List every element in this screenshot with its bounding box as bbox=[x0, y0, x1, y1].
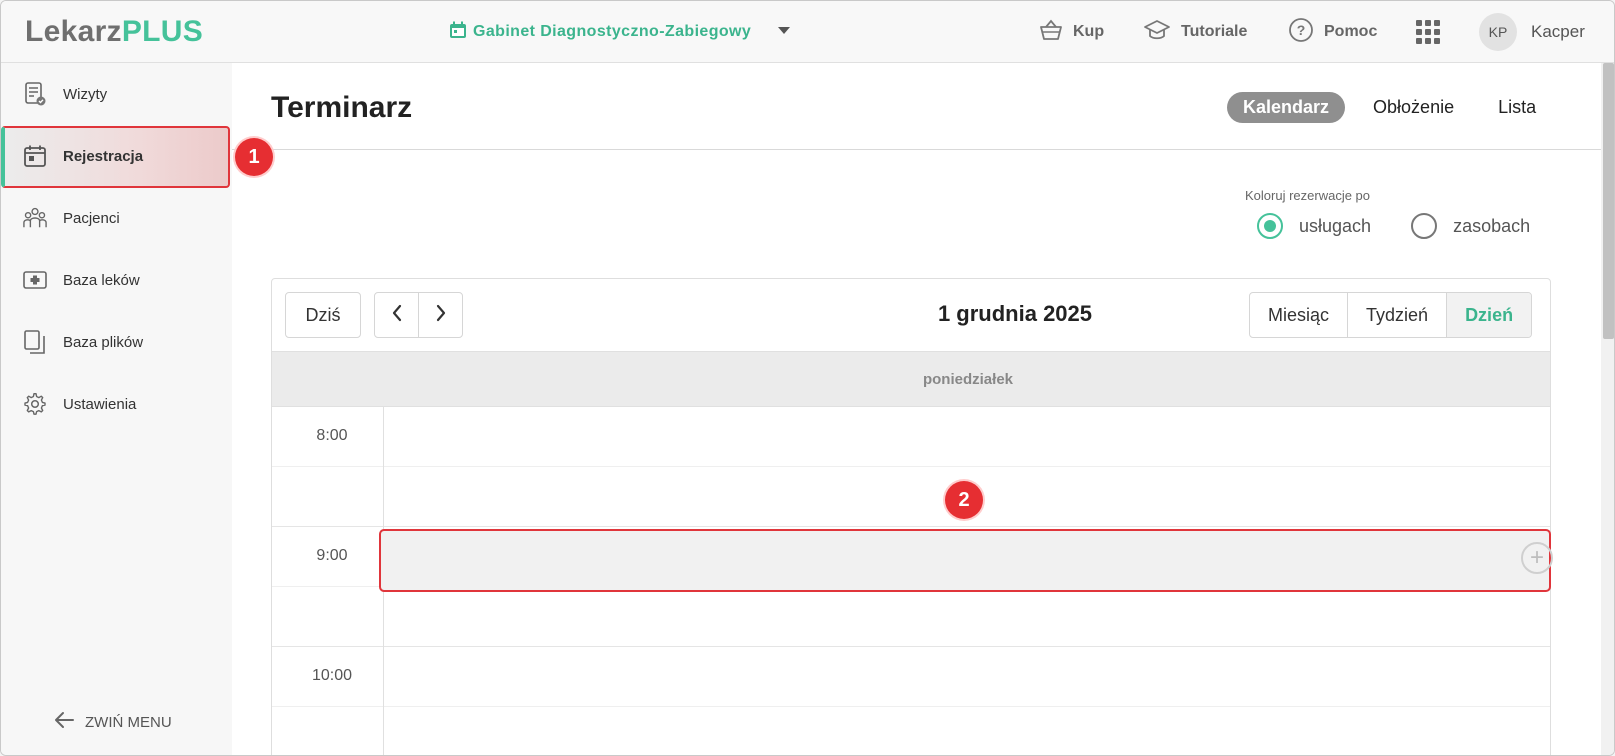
range-month-button[interactable]: Miesiąc bbox=[1250, 293, 1349, 337]
range-day-button[interactable]: Dzień bbox=[1447, 293, 1532, 337]
medkit-icon bbox=[23, 268, 47, 292]
day-header: poniedziałek bbox=[272, 351, 1550, 407]
arrow-left-icon bbox=[53, 711, 75, 733]
app-logo[interactable]: LekarzPLUS bbox=[25, 15, 203, 49]
sidebar-item-rejestracja[interactable]: Rejestracja bbox=[1, 125, 230, 187]
calendar: Dziś 1 grudnia 2025 Miesiąc Tydzień Dzie… bbox=[271, 278, 1551, 755]
avatar[interactable]: KP bbox=[1479, 13, 1517, 51]
time-slot[interactable] bbox=[272, 647, 1550, 707]
sidebar-item-label: Wizyty bbox=[63, 85, 108, 103]
tutorials-button[interactable]: Tutoriale bbox=[1143, 17, 1247, 47]
sidebar-item-pacjenci[interactable]: Pacjenci bbox=[1, 187, 230, 249]
sidebar-item-label: Baza leków bbox=[63, 271, 140, 289]
buy-label: Kup bbox=[1073, 23, 1105, 40]
basket-icon bbox=[1039, 19, 1063, 46]
sidebar-item-wizyty[interactable]: Wizyty bbox=[1, 63, 230, 125]
color-by-options: usługach zasobach bbox=[1257, 211, 1530, 241]
sidebar-item-baza-lekow[interactable]: Baza leków bbox=[1, 249, 230, 311]
view-tabs: Kalendarz Obłożenie Lista bbox=[1227, 91, 1564, 123]
sidebar-item-ustawienia[interactable]: Ustawienia bbox=[1, 373, 230, 435]
document-check-icon bbox=[23, 82, 47, 106]
top-bar: LekarzPLUS Gabinet Diagnostyczno-Zabiego… bbox=[1, 1, 1614, 63]
page-title: Terminarz bbox=[271, 91, 413, 124]
collapse-menu-label: ZWIŃ MENU bbox=[85, 713, 172, 731]
annotation-highlight-slot-9-00[interactable] bbox=[379, 529, 1551, 592]
step-badge-2: 2 bbox=[945, 481, 983, 519]
graduation-cap-icon bbox=[1143, 19, 1171, 46]
svg-text:?: ? bbox=[1297, 22, 1306, 38]
time-slot[interactable] bbox=[272, 407, 1550, 467]
files-icon bbox=[23, 330, 47, 354]
day-name: poniedziałek bbox=[922, 371, 1014, 388]
tab-lista[interactable]: Lista bbox=[1482, 92, 1552, 123]
help-icon: ? bbox=[1288, 17, 1314, 48]
calendar-icon bbox=[23, 144, 47, 168]
user-name[interactable]: Kacper bbox=[1531, 22, 1585, 42]
title-divider bbox=[232, 149, 1601, 150]
main-content: Terminarz Kalendarz Obłożenie Lista Kolo… bbox=[232, 63, 1601, 755]
people-icon bbox=[23, 206, 47, 230]
time-slot[interactable] bbox=[272, 707, 1550, 755]
radio-zasobach[interactable] bbox=[1411, 213, 1438, 239]
chevron-down-icon[interactable] bbox=[778, 27, 790, 34]
radio-label-zasobach[interactable]: zasobach bbox=[1453, 216, 1530, 237]
sidebar-item-label: Baza plików bbox=[63, 333, 144, 351]
radio-label-uslugach[interactable]: usługach bbox=[1299, 216, 1371, 237]
collapse-menu-button[interactable]: ZWIŃ MENU bbox=[53, 711, 172, 733]
app-window: LekarzPLUS Gabinet Diagnostyczno-Zabiego… bbox=[0, 0, 1615, 756]
time-label: 9:00 bbox=[316, 547, 348, 564]
help-label: Pomoc bbox=[1324, 23, 1378, 40]
scrollbar-thumb[interactable] bbox=[1603, 63, 1614, 339]
calendar-toolbar: Dziś 1 grudnia 2025 Miesiąc Tydzień Dzie… bbox=[272, 279, 1550, 351]
color-by-label: Koloruj rezerwacje po bbox=[1245, 188, 1371, 203]
buy-button[interactable]: Kup bbox=[1039, 17, 1104, 47]
help-button[interactable]: ? Pomoc bbox=[1288, 17, 1377, 47]
gear-icon bbox=[23, 392, 47, 416]
tab-oblozenie[interactable]: Obłożenie bbox=[1357, 92, 1470, 123]
sidebar-item-baza-plikow[interactable]: Baza plików bbox=[1, 311, 230, 373]
time-slot[interactable] bbox=[272, 587, 1550, 647]
logo-text-lekarz: Lekarz bbox=[25, 15, 122, 48]
sidebar-item-label: Pacjenci bbox=[63, 209, 120, 227]
tab-kalendarz[interactable]: Kalendarz bbox=[1227, 91, 1346, 123]
time-label: 8:00 bbox=[316, 427, 348, 444]
step-badge-1: 1 bbox=[235, 138, 273, 176]
tutorials-label: Tutoriale bbox=[1181, 23, 1248, 40]
time-column bbox=[272, 407, 384, 755]
range-switcher: Miesiąc Tydzień Dzień bbox=[1249, 292, 1533, 338]
radio-uslugach[interactable] bbox=[1257, 213, 1283, 239]
sidebar-item-label: Ustawienia bbox=[63, 395, 137, 413]
calendar-icon bbox=[449, 21, 467, 44]
clinic-name: Gabinet Diagnostyczno-Zabiegowy bbox=[473, 23, 752, 40]
sidebar: Wizyty Rejestracja Pacjenci Baza leków B bbox=[1, 63, 232, 755]
logo-text-plus: PLUS bbox=[121, 15, 204, 48]
sidebar-item-label: Rejestracja bbox=[63, 147, 144, 165]
time-slot[interactable] bbox=[272, 467, 1550, 527]
clinic-selector[interactable]: Gabinet Diagnostyczno-Zabiegowy bbox=[449, 19, 751, 45]
range-week-button[interactable]: Tydzień bbox=[1348, 293, 1448, 337]
add-booking-icon[interactable]: + bbox=[1521, 542, 1553, 574]
time-label: 10:00 bbox=[311, 667, 353, 684]
apps-grid-icon[interactable] bbox=[1416, 20, 1440, 44]
